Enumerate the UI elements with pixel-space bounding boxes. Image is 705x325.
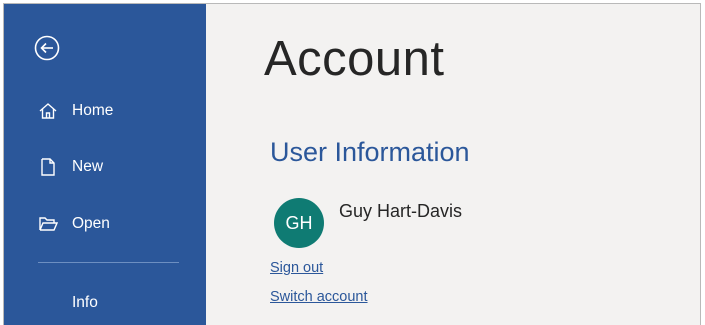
nav-item-label: Home <box>72 102 114 119</box>
account-content: Account User Information GH Guy Hart-Dav… <box>206 4 700 325</box>
sign-out-link[interactable]: Sign out <box>270 260 323 276</box>
nav-item-label: Open <box>72 215 110 232</box>
new-document-icon <box>41 158 55 176</box>
open-folder-icon <box>39 217 58 231</box>
backstage-window: Home New Open Info Account User Informat… <box>3 3 701 325</box>
page-title: Account <box>264 32 445 86</box>
back-arrow-circle-icon <box>34 35 60 61</box>
nav-divider <box>38 262 179 263</box>
avatar: GH <box>274 198 324 248</box>
nav-item-label: New <box>72 158 104 175</box>
nav-item-new[interactable]: New <box>4 147 206 187</box>
nav-item-home[interactable]: Home <box>4 91 206 131</box>
user-information-heading: User Information <box>270 137 470 167</box>
nav-item-open[interactable]: Open <box>4 204 206 244</box>
user-name: Guy Hart-Davis <box>339 201 463 221</box>
backstage-nav: Home New Open Info <box>4 4 206 325</box>
switch-account-link[interactable]: Switch account <box>270 289 368 305</box>
nav-item-info[interactable]: Info <box>4 283 206 323</box>
nav-item-label: Info <box>72 294 98 311</box>
avatar-initials: GH <box>285 212 313 233</box>
home-icon <box>39 103 57 119</box>
back-button[interactable] <box>34 35 60 61</box>
